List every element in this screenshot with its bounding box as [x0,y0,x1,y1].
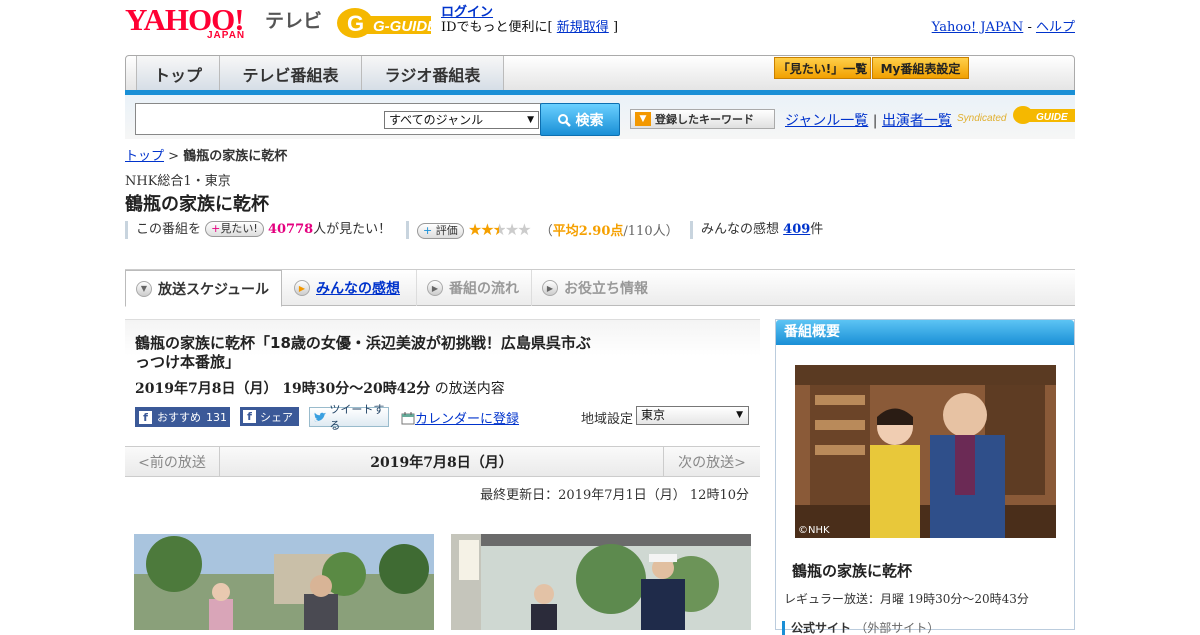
yahoo-japan-link[interactable]: Yahoo! JAPAN [932,20,1024,35]
calendar-icon [401,412,415,425]
play-icon: ▶ [427,280,443,296]
tab-program-flow[interactable]: ▶ 番組の流れ [417,270,532,306]
my-guide-button[interactable]: My番組表設定 [872,57,969,79]
rating-stars-icon: ★★★★★ [467,220,532,239]
want-list-button[interactable]: 「見たい!」一覧 [774,57,871,79]
syndicated-gguide-logo-icon: Syndicated GUIDE [957,106,1075,124]
breadcrumb-top-link[interactable]: トップ [125,149,164,164]
play-icon: ▶ [294,280,310,296]
tab-broadcast-schedule[interactable]: ▼ 放送スケジュール [125,270,282,307]
breadcrumb: トップ > 鶴瓶の家族に乾杯 [125,149,288,164]
chevron-down-icon: ▼ [136,280,152,297]
facebook-icon: f [243,410,256,423]
main-nav: トップ テレビ番組表 ラジオ番組表 「見たい!」一覧 My番組表設定 [125,55,1075,92]
last-updated: 最終更新日：2019年7月1日（月） 12時10分 [480,488,749,503]
want-button[interactable]: +見たい! [205,221,264,237]
pager-current-date: 2019年7月8日（月） [370,454,513,471]
program-overview-panel: 番組概要 ©NHK 鶴瓶の家族に乾杯 レギュラー放送：月曜 19時30分～20時… [775,319,1075,635]
panel-header: 番組概要 [776,320,1074,345]
rate-button[interactable]: + 評価 [417,223,464,239]
tab-useful-info[interactable]: ▶ お役立ち情報 [532,270,672,306]
svg-text:©NHK: ©NHK [798,525,830,536]
calendar-link-area: カレンダーに登録 [401,408,519,427]
tv-logo-text[interactable]: テレビ [265,6,322,33]
rating-segment: + 評価 ★★★★★ （平均2.90点/110人） [406,221,679,239]
tab-reviews[interactable]: ▶ みんなの感想 [282,270,417,306]
want-count: 40778 [267,222,314,237]
episode-date: 2019年7月8日（月） 19時30分～20時42分 の放送内容 [135,381,505,397]
broadcast-pager: <前の放送 2019年7月8日（月） 次の放送> [125,446,760,477]
facebook-icon: f [139,410,152,424]
want-segment: この番組を +見たい! 40778人が見たい！ [125,221,391,239]
panel-program-title: 鶴瓶の家族に乾杯 [792,562,913,580]
login-desc: IDでもっと便利に[ 新規取得 ] [441,20,619,35]
page: YAHOO! JAPAN テレビ G G-GUIDE ログイン IDでもっと便利… [125,0,1075,635]
search-icon [557,113,571,127]
episode-title: 鶴瓶の家族に乾杯「18歳の女優・浜辺美波が初挑戦！広島県呉市ぶっつけ本番旅」 [135,334,591,371]
facebook-share-button[interactable]: f シェア [240,407,299,426]
region-label: 地域設定 [581,412,634,427]
registered-keywords-button[interactable]: ▼ 登録したキーワード [630,109,775,129]
prev-broadcast-button[interactable]: <前の放送 [125,447,220,476]
register-link[interactable]: 新規取得 [557,20,609,35]
svg-text:G-GUIDE: G-GUIDE [373,18,433,35]
plus-icon: + [423,224,433,237]
tweet-button[interactable]: ツイートする [309,403,389,432]
japan-logo-text: JAPAN [207,30,246,41]
review-segment: みんなの感想 409件 [690,221,823,239]
plus-icon: + [211,222,221,235]
genre-select[interactable]: すべてのジャンル ▼ [384,111,539,129]
episode-photo-2[interactable] [451,534,751,630]
svg-text:GUIDE: GUIDE [1036,112,1068,123]
cast-list-link[interactable]: 出演者一覧 [882,113,952,129]
triangle-down-icon: ▼ [635,112,651,126]
regular-broadcast: レギュラー放送：月曜 19時30分～20時43分 [784,592,1029,606]
tab-top[interactable]: トップ [136,56,220,91]
add-calendar-link[interactable]: カレンダーに登録 [415,412,519,427]
search-links: ジャンル一覧 | 出演者一覧 [785,113,952,129]
gguide-logo-icon[interactable]: G G-GUIDE [335,6,433,40]
chevron-down-icon: ▼ [736,410,743,420]
rating-summary: （平均2.90点/110人） [539,224,679,239]
search-button[interactable]: 検索 [540,103,620,136]
episode-photo-1[interactable] [134,534,434,630]
page-title: 鶴瓶の家族に乾杯 [125,194,269,215]
svg-text:Syndicated: Syndicated [957,113,1007,124]
official-site-link[interactable]: 公式サイト （外部サイト） [782,621,939,635]
facebook-recommend-button[interactable]: f おすすめ 131 [135,407,230,427]
station-label: NHK総合1・東京 [125,174,231,189]
tab-radio-guide[interactable]: ラジオ番組表 [362,56,504,91]
svg-text:G: G [347,11,364,36]
breadcrumb-current: 鶴瓶の家族に乾杯 [183,149,288,164]
chevron-down-icon: ▼ [527,115,534,125]
program-subtabs: ▼ 放送スケジュール ▶ みんなの感想 ▶ 番組の流れ ▶ お役立ち情報 [125,269,1075,307]
program-main-photo[interactable]: ©NHK [795,365,1056,538]
login-area: ログイン IDでもっと便利に[ 新規取得 ] [441,5,618,35]
play-icon: ▶ [542,280,558,296]
login-link[interactable]: ログイン [441,5,493,20]
episode-box: 鶴瓶の家族に乾杯「18歳の女優・浜辺美波が初挑戦！広島県呉市ぶっつけ本番旅」 2… [125,319,760,439]
twitter-bird-icon [314,412,327,421]
region-select[interactable]: 東京 ▼ [636,406,749,425]
top-links: Yahoo! JAPAN - ヘルプ [931,20,1075,35]
help-link[interactable]: ヘルプ [1036,20,1075,35]
search-bar: すべてのジャンル ▼ 検索 ▼ 登録したキーワード ジャンル一覧 | 出演者一覧 … [125,95,1075,139]
tab-tv-guide[interactable]: テレビ番組表 [220,56,362,91]
program-info-row: この番組を +見たい! 40778人が見たい！ + 評価 ★★★★★ （平均2.… [125,221,1075,239]
next-broadcast-button[interactable]: 次の放送> [663,447,760,476]
genre-list-link[interactable]: ジャンル一覧 [785,113,868,129]
review-count-link[interactable]: 409 [783,222,810,237]
